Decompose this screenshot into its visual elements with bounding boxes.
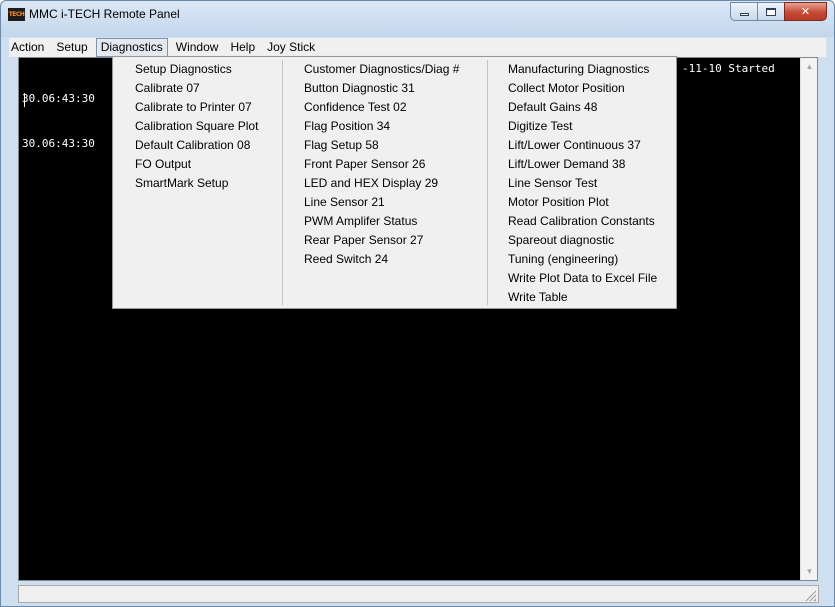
menu-item-write-plot-data-excel[interactable]: Write Plot Data to Excel File	[488, 269, 677, 288]
menu-item-collect-motor-position[interactable]: Collect Motor Position	[488, 79, 677, 98]
status-bar	[18, 585, 819, 603]
menu-item-smartmark-setup[interactable]: SmartMark Setup	[113, 174, 281, 193]
diagnostics-column-general: Setup Diagnostics Calibrate 07 Calibrate…	[113, 60, 281, 193]
diagnostics-column-manufacturing: Manufacturing Diagnostics Collect Motor …	[487, 60, 677, 305]
window-title: MMC i-TECH Remote Panel	[29, 7, 180, 21]
resize-grip-icon[interactable]	[804, 589, 816, 601]
tech-app-icon: TECH	[8, 8, 25, 21]
console-line: 30.06:43:30	[22, 92, 95, 105]
menu-item-confidence-test[interactable]: Confidence Test 02	[283, 98, 486, 117]
close-button[interactable]: ✕	[784, 2, 827, 21]
menu-item-write-table[interactable]: Write Table	[488, 288, 677, 307]
menu-item-customer-diagnostics[interactable]: Customer Diagnostics/Diag #	[283, 60, 486, 79]
minimize-button[interactable]	[730, 2, 757, 21]
menu-item-calibrate-to-printer[interactable]: Calibrate to Printer 07	[113, 98, 281, 117]
menu-item-default-gains[interactable]: Default Gains 48	[488, 98, 677, 117]
menu-action[interactable]: Action	[9, 38, 50, 57]
menu-item-reed-switch[interactable]: Reed Switch 24	[283, 250, 486, 269]
menu-item-led-hex-display[interactable]: LED and HEX Display 29	[283, 174, 486, 193]
caption-buttons: ✕	[730, 2, 827, 21]
vertical-scrollbar[interactable]: ▲ ▼	[800, 58, 817, 580]
menu-item-tuning-engineering[interactable]: Tuning (engineering)	[488, 250, 677, 269]
minimize-icon	[739, 12, 749, 16]
menu-item-rear-paper-sensor[interactable]: Rear Paper Sensor 27	[283, 231, 486, 250]
menu-item-read-calibration-constants[interactable]: Read Calibration Constants	[488, 212, 677, 231]
text-cursor	[24, 93, 25, 107]
menu-item-button-diagnostic[interactable]: Button Diagnostic 31	[283, 79, 486, 98]
diagnostics-column-customer: Customer Diagnostics/Diag # Button Diagn…	[282, 60, 486, 305]
menu-item-fo-output[interactable]: FO Output	[113, 155, 281, 174]
maximize-icon	[766, 7, 776, 16]
menu-item-lift-lower-continuous[interactable]: Lift/Lower Continuous 37	[488, 136, 677, 155]
maximize-button[interactable]	[757, 2, 784, 21]
menu-setup[interactable]: Setup	[50, 38, 93, 57]
menu-item-setup-diagnostics[interactable]: Setup Diagnostics	[113, 60, 281, 79]
menu-bar: Action Setup Diagnostics Window Help Joy…	[9, 38, 826, 57]
menu-item-lift-lower-demand[interactable]: Lift/Lower Demand 38	[488, 155, 677, 174]
menu-item-digitize-test[interactable]: Digitize Test	[488, 117, 677, 136]
menu-window[interactable]: Window	[170, 38, 225, 57]
menu-diagnostics[interactable]: Diagnostics	[95, 38, 168, 57]
console-line: 30.06:43:30	[22, 137, 95, 150]
menu-item-manufacturing-diagnostics[interactable]: Manufacturing Diagnostics	[488, 60, 677, 79]
scroll-down-icon[interactable]: ▼	[801, 563, 818, 580]
menu-item-pwm-amplifier-status[interactable]: PWM Amplifer Status	[283, 212, 486, 231]
console-lines: 30.06:43:30 30.06:43:30	[22, 61, 95, 181]
diagnostics-dropdown-menu: Setup Diagnostics Calibrate 07 Calibrate…	[112, 56, 677, 309]
console-status-text: -11-10 Started	[682, 62, 775, 75]
menu-item-line-sensor-test[interactable]: Line Sensor Test	[488, 174, 677, 193]
app-window: TECH MMC i-TECH Remote Panel ✕ Action Se…	[0, 0, 835, 607]
menu-joy-stick[interactable]: Joy Stick	[261, 38, 321, 57]
title-bar[interactable]: TECH MMC i-TECH Remote Panel ✕	[1, 1, 834, 37]
menu-item-line-sensor[interactable]: Line Sensor 21	[283, 193, 486, 212]
menu-item-front-paper-sensor[interactable]: Front Paper Sensor 26	[283, 155, 486, 174]
menu-item-calibration-square-plot[interactable]: Calibration Square Plot	[113, 117, 281, 136]
scroll-up-icon[interactable]: ▲	[801, 58, 818, 75]
menu-item-calibrate[interactable]: Calibrate 07	[113, 79, 281, 98]
menu-item-motor-position-plot[interactable]: Motor Position Plot	[488, 193, 677, 212]
menu-item-flag-setup[interactable]: Flag Setup 58	[283, 136, 486, 155]
menu-item-flag-position[interactable]: Flag Position 34	[283, 117, 486, 136]
menu-item-default-calibration[interactable]: Default Calibration 08	[113, 136, 281, 155]
menu-help[interactable]: Help	[224, 38, 261, 57]
close-icon: ✕	[800, 5, 811, 18]
menu-item-spareout-diagnostic[interactable]: Spareout diagnostic	[488, 231, 677, 250]
